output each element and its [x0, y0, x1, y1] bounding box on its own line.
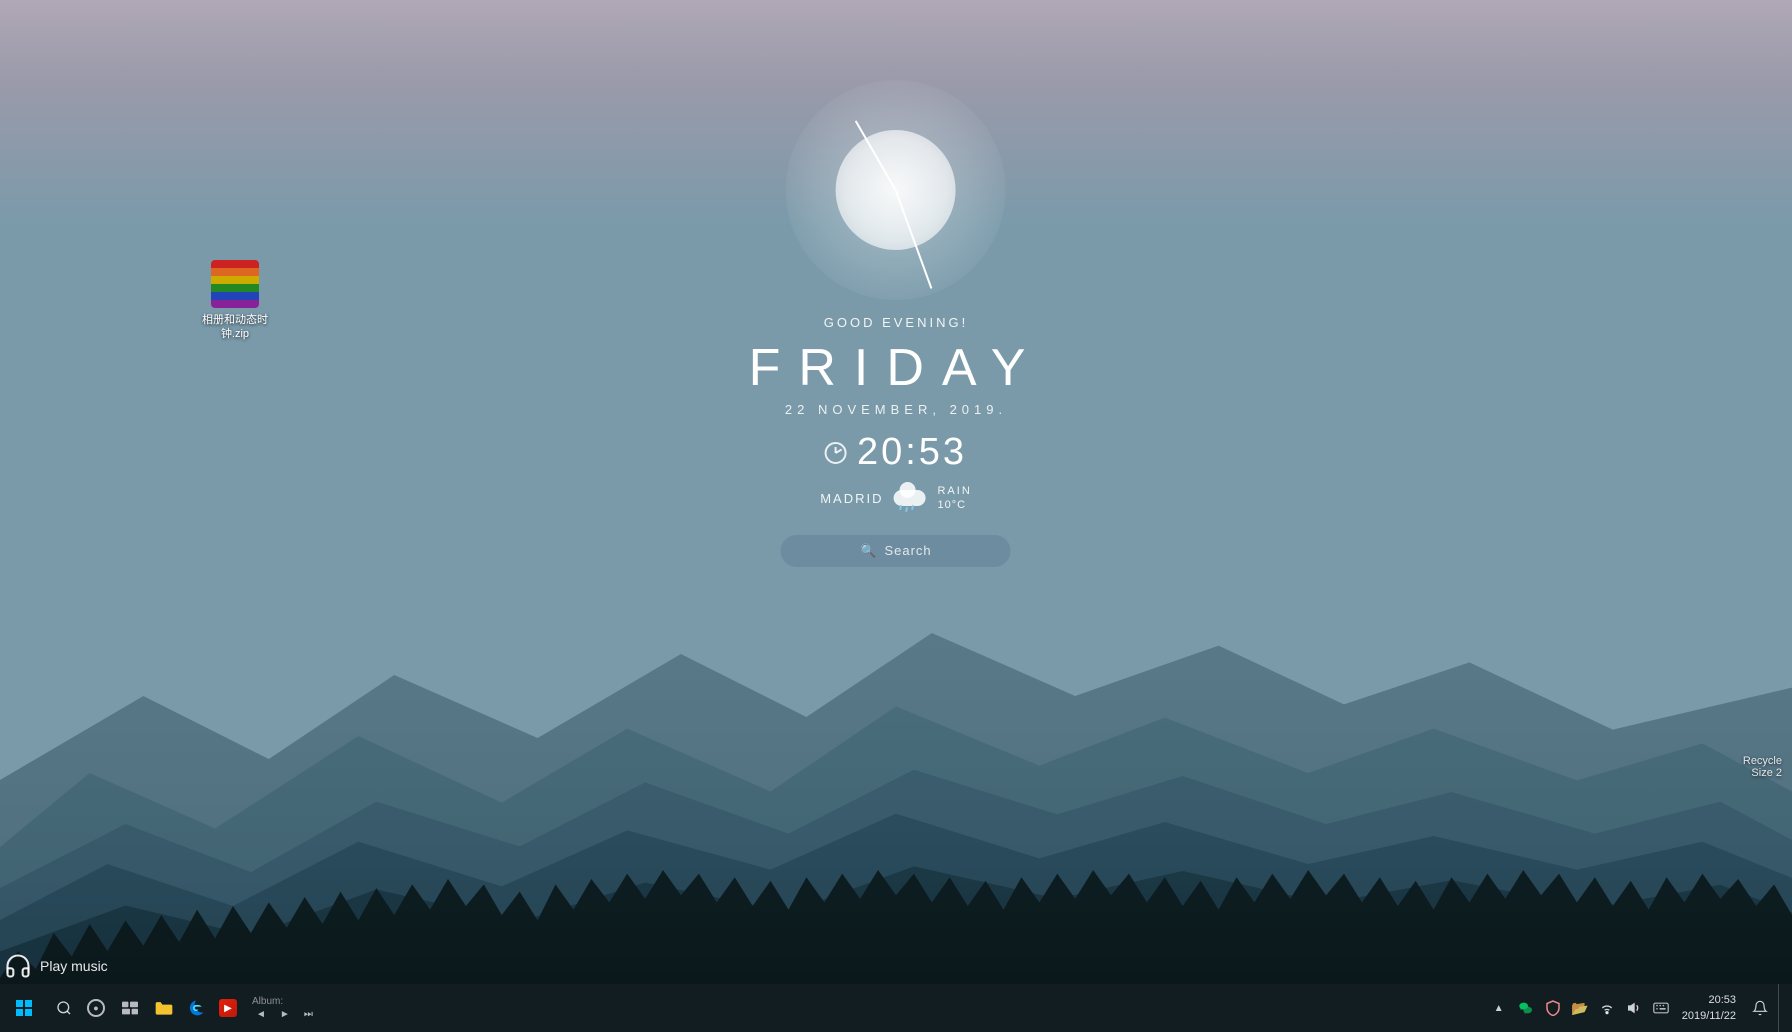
greeting-text: GOOD EVENING!	[824, 315, 968, 330]
volume-tray-icon[interactable]	[1622, 996, 1646, 1020]
play-pause-button[interactable]: ►	[276, 1008, 294, 1021]
search-icon: 🔍	[860, 543, 876, 559]
rain-drops	[899, 505, 913, 512]
task-view-icon	[122, 1001, 138, 1015]
weather-cloud-icon	[891, 484, 929, 512]
wifi-tray-icon[interactable]	[1595, 996, 1619, 1020]
taskbar-album-area: Album: ◄ ► ⏭	[244, 996, 317, 1021]
cortana-button[interactable]: ●	[80, 992, 112, 1024]
edge-icon	[187, 999, 205, 1017]
taskbar-search-button[interactable]	[48, 992, 80, 1024]
antivirus-tray-icon[interactable]	[1541, 996, 1565, 1020]
music-play-row[interactable]: Play music	[4, 952, 108, 980]
album-label: Album:	[252, 996, 317, 1007]
windows-logo-icon	[16, 1000, 32, 1016]
start-button[interactable]	[0, 984, 48, 1032]
show-desktop-button[interactable]	[1778, 984, 1784, 1032]
search-placeholder-text: Search	[884, 543, 931, 558]
notification-icon	[1752, 1000, 1768, 1016]
pinned-apps: ▶	[148, 992, 244, 1024]
next-track-button[interactable]: ⏭	[300, 1008, 317, 1021]
weather-temp: 10°C	[937, 498, 971, 512]
cortana-icon: ●	[87, 999, 105, 1017]
tray-time: 20:53	[1708, 992, 1736, 1009]
show-hidden-icons-button[interactable]: ▲	[1487, 996, 1511, 1020]
shield-icon	[1546, 1000, 1560, 1016]
task-view-button[interactable]	[112, 992, 148, 1024]
digital-time: 20:53	[857, 431, 967, 474]
folder-icon	[154, 999, 174, 1017]
clock-icon	[825, 442, 847, 464]
wifi-icon	[1599, 1001, 1615, 1015]
system-tray: ▲ 📂	[1487, 984, 1792, 1032]
taskbar: ● ▶	[0, 984, 1792, 1032]
desktop-icon-zip[interactable]: 相册和动态时 钟.zip	[195, 260, 275, 342]
search-bar[interactable]: 🔍 Search	[781, 535, 1011, 567]
recycle-sublabel: Size 2	[1743, 767, 1782, 779]
volume-icon	[1626, 1001, 1642, 1015]
wechat-icon	[1518, 1000, 1534, 1016]
headphones-icon	[4, 952, 32, 980]
search-icon	[56, 1000, 72, 1016]
recycle-bin-info: Recycle Size 2	[1743, 755, 1782, 779]
tray-clock[interactable]: 20:53 2019/11/22	[1676, 992, 1742, 1025]
taskbar-media[interactable]: ▶	[212, 992, 244, 1024]
music-player-widget: Play music	[4, 952, 108, 980]
play-music-label: Play music	[40, 958, 108, 974]
weather-condition: RAIN	[937, 484, 971, 498]
keyboard-icon	[1653, 1002, 1669, 1014]
day-name: FRIDAY	[749, 338, 1044, 398]
weather-city: MADRID	[820, 491, 883, 506]
weather-widget: MADRID RAIN 10°C	[820, 484, 972, 513]
weather-info: RAIN 10°C	[937, 484, 971, 513]
date-display: 22 NOVEMBER, 2019.	[785, 402, 1007, 417]
sun-clock-outer	[786, 80, 1006, 300]
taskbar-edge[interactable]	[180, 992, 212, 1024]
zip-file-label: 相册和动态时 钟.zip	[195, 313, 275, 342]
media-icon: ▶	[219, 999, 237, 1017]
taskbar-explorer[interactable]	[148, 992, 180, 1024]
keyboard-tray-icon[interactable]	[1649, 996, 1673, 1020]
clock-widget: GOOD EVENING! FRIDAY 22 NOVEMBER, 2019. …	[749, 80, 1044, 567]
cloud-shape	[893, 490, 925, 506]
recycle-label: Recycle	[1743, 755, 1782, 767]
zip-file-icon	[211, 260, 259, 308]
time-display-row: 20:53	[825, 431, 967, 474]
prev-track-button[interactable]: ◄	[252, 1008, 270, 1021]
tray-date: 2019/11/22	[1682, 1008, 1736, 1025]
wechat-tray-icon[interactable]	[1514, 996, 1538, 1020]
folder-tray-icon[interactable]: 📂	[1568, 996, 1592, 1020]
notification-center-button[interactable]	[1745, 984, 1775, 1032]
